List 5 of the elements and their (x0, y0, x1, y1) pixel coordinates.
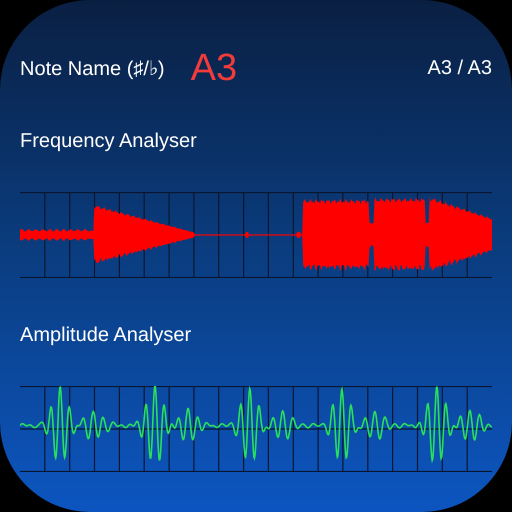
note-reading: A3 / A3 (426, 56, 492, 80)
note-name-label: Note Name (♯/♭) (20, 56, 166, 80)
section-title: Amplitude Analyser (20, 324, 192, 348)
detected-note: A3 (190, 46, 238, 90)
section-title: Frequency Analyser (20, 130, 198, 154)
